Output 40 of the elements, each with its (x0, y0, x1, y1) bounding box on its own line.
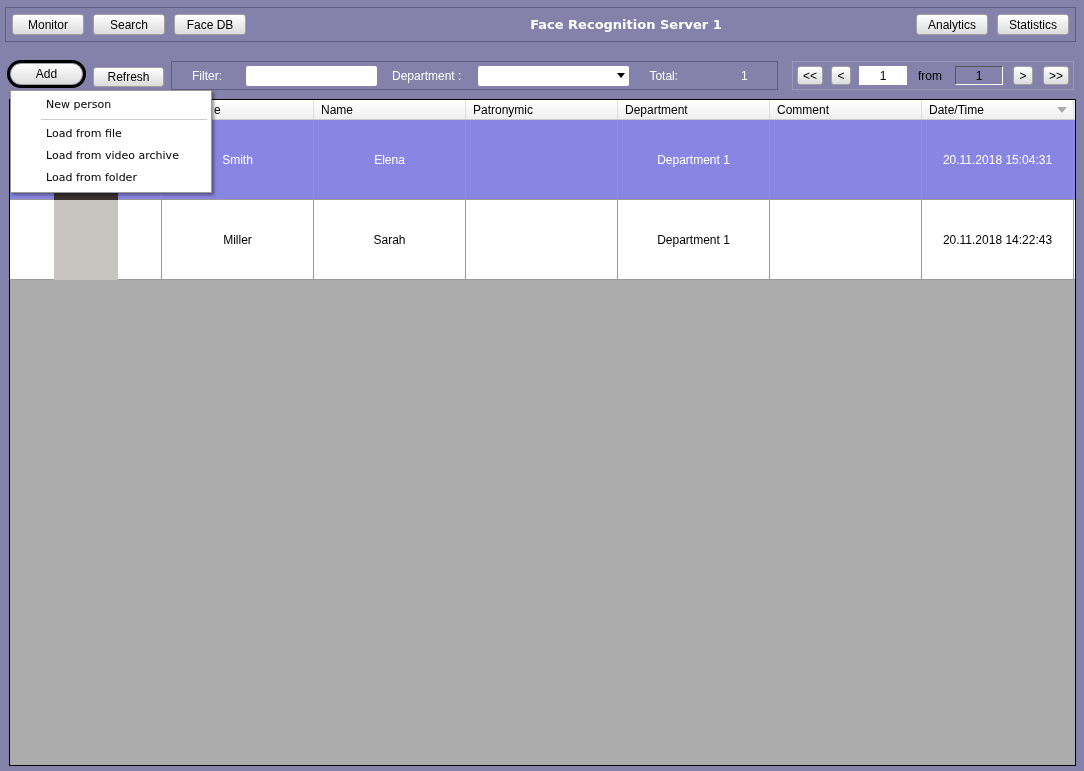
total-value: 1 (741, 67, 748, 85)
add-button[interactable]: Add (10, 63, 83, 85)
table-cell-text: Department 1 (657, 151, 730, 169)
page-field[interactable]: 1 (859, 66, 907, 85)
table-cell-text: 20.11.2018 15:04:31 (942, 151, 1053, 169)
table-cell-text: Sarah (373, 231, 406, 249)
last-page-button[interactable]: >> (1043, 66, 1069, 85)
window-title: Face Recognition Server 1 (529, 15, 723, 34)
department-label: Department : (392, 67, 462, 85)
dropdown-arrow-icon (617, 73, 626, 78)
table-row[interactable]: Miller Sarah Department 1 20.11.2018 14:22:43 (10, 200, 1075, 280)
nav-button[interactable]: Analytics (916, 14, 988, 35)
filter-field[interactable] (246, 65, 377, 86)
page-count-field: 1 (955, 66, 1003, 85)
menu-item[interactable]: Load from file (11, 123, 211, 145)
column-header[interactable]: Date/Time (922, 100, 1074, 119)
menu-item[interactable]: Load from video archive (11, 145, 211, 167)
table-cell-text: Smith (222, 151, 253, 169)
table-cell-text: Elena (374, 151, 405, 169)
refresh-button[interactable]: Refresh (93, 67, 164, 87)
table-cell-text: 20.11.2018 14:22:43 (942, 231, 1053, 249)
table-cell-text: Miller (223, 231, 252, 249)
next-page-button[interactable]: > (1013, 66, 1033, 85)
column-header[interactable]: Patronymic (466, 100, 618, 119)
menu-item[interactable]: Load from folder (11, 167, 211, 189)
column-header[interactable]: Department (618, 100, 770, 119)
table-cell-text: Department 1 (657, 231, 730, 249)
sort-arrow-icon (1057, 106, 1067, 113)
nav-button[interactable]: Monitor (12, 14, 84, 35)
department-dropdown[interactable] (478, 65, 630, 86)
filter-label: Filter: (192, 67, 222, 85)
first-page-button[interactable]: << (797, 66, 823, 85)
from-label: from (918, 67, 942, 85)
nav-button[interactable]: Statistics (997, 14, 1069, 35)
column-header[interactable]: Comment (770, 100, 922, 119)
nav-button[interactable]: Search (93, 14, 165, 35)
total-label: Total: (649, 67, 679, 85)
column-header[interactable]: Name (314, 100, 466, 119)
previous-page-button[interactable]: < (831, 66, 851, 85)
nav-button[interactable]: Face DB (174, 14, 246, 35)
